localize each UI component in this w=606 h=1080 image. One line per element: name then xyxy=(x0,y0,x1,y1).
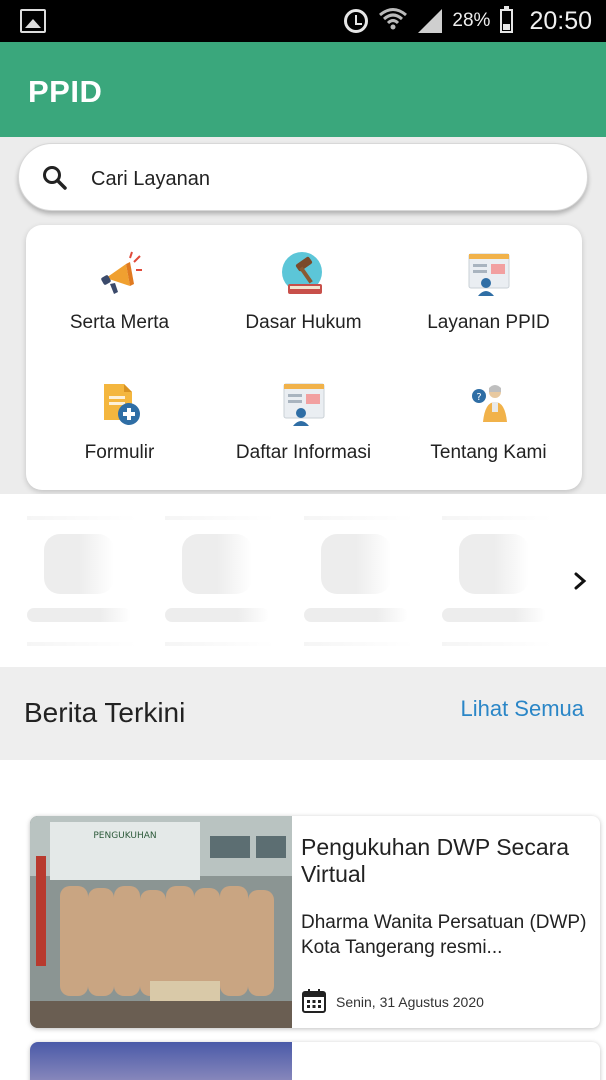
menu-item-tentang-kami[interactable]: ? Tentang Kami xyxy=(396,380,581,464)
news-section-header: Berita Terkini Lihat Semua xyxy=(0,667,606,760)
info-list-icon xyxy=(283,383,324,426)
skeleton-tile xyxy=(321,534,391,594)
app-title: PPID xyxy=(28,74,103,109)
news-date: Senin, 31 Agustus 2020 xyxy=(336,994,484,1010)
loading-placeholder xyxy=(0,494,606,667)
news-thumbnail: PENGUKUHAN xyxy=(30,816,292,1028)
chevron-right-icon[interactable] xyxy=(570,570,590,592)
battery-percent: 28% xyxy=(452,10,491,31)
skeleton-bar xyxy=(304,608,408,622)
about-person-icon: ? xyxy=(471,385,507,422)
image-icon xyxy=(20,9,46,33)
calendar-icon xyxy=(302,989,326,1013)
see-all-link[interactable]: Lihat Semua xyxy=(460,696,584,722)
status-bar: 28% 20:50 xyxy=(0,0,606,42)
menu-label: Layanan PPID xyxy=(427,312,550,333)
alarm-icon xyxy=(344,9,369,33)
skeleton-tile xyxy=(182,534,252,594)
menu-label: Daftar Informasi xyxy=(235,442,372,463)
skeleton-line xyxy=(27,516,137,520)
news-thumbnail xyxy=(30,1042,292,1080)
skeleton-line xyxy=(304,642,414,646)
menu-item-serta-merta[interactable]: Serta Merta xyxy=(27,250,212,334)
menu-label: Formulir xyxy=(84,442,155,463)
service-window-icon xyxy=(468,253,509,296)
news-card[interactable]: PENGUKUHAN Pengukuhan DWP Secara Virtual… xyxy=(30,816,600,1028)
wifi-icon xyxy=(378,6,408,37)
search-input[interactable]: Cari Layanan xyxy=(18,143,588,211)
menu-label: Tentang Kami xyxy=(430,442,547,463)
megaphone-icon xyxy=(100,251,142,294)
banner-text: PENGUKUHAN xyxy=(93,831,156,841)
status-icons: 28% 20:50 xyxy=(344,4,592,38)
skeleton-line xyxy=(27,642,137,646)
menu-label: Dasar Hukum xyxy=(245,312,362,333)
app-bar: PPID xyxy=(0,42,606,137)
signal-icon xyxy=(418,9,443,33)
news-card[interactable] xyxy=(30,1042,600,1080)
section-title: Berita Terkini xyxy=(24,697,186,728)
menu-item-formulir[interactable]: Formulir xyxy=(27,380,212,464)
skeleton-line xyxy=(442,516,552,520)
service-menu: Serta Merta Dasar Hukum Layanan PPID For… xyxy=(26,225,582,490)
skeleton-line xyxy=(165,516,275,520)
skeleton-line xyxy=(442,642,552,646)
news-summary: Dharma Wanita Persatuan (DWP) Kota Tange… xyxy=(301,912,587,958)
skeleton-bar xyxy=(27,608,131,622)
menu-item-dasar-hukum[interactable]: Dasar Hukum xyxy=(211,250,396,334)
menu-label: Serta Merta xyxy=(69,312,170,333)
menu-item-layanan-ppid[interactable]: Layanan PPID xyxy=(396,250,581,334)
search-placeholder: Cari Layanan xyxy=(91,168,210,190)
clock: 20:50 xyxy=(529,6,592,35)
svg-text:?: ? xyxy=(476,392,481,403)
skeleton-line xyxy=(165,642,275,646)
search-icon xyxy=(43,166,67,190)
gavel-book-icon xyxy=(281,252,322,294)
skeleton-tile xyxy=(459,534,529,594)
news-headline: Pengukuhan DWP Secara Virtual xyxy=(301,834,570,887)
skeleton-bar xyxy=(442,608,546,622)
skeleton-line xyxy=(304,516,414,520)
menu-item-daftar-informasi[interactable]: Daftar Informasi xyxy=(211,380,396,464)
form-add-icon xyxy=(103,384,140,425)
battery-icon xyxy=(500,6,514,33)
skeleton-bar xyxy=(165,608,269,622)
skeleton-tile xyxy=(44,534,114,594)
